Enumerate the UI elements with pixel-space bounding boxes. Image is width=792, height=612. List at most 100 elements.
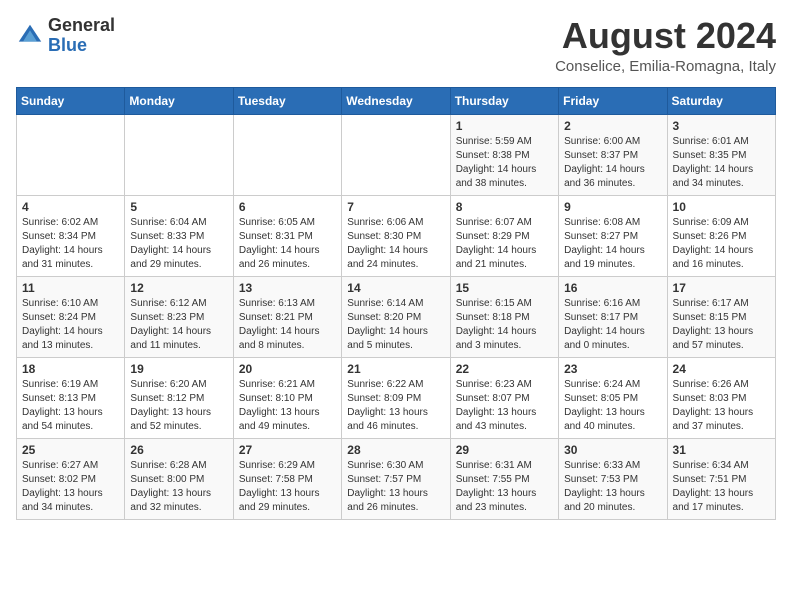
calendar-cell	[17, 114, 125, 195]
day-number: 11	[22, 281, 119, 295]
header-row: Sunday Monday Tuesday Wednesday Thursday…	[17, 87, 776, 114]
calendar-cell: 2 Sunrise: 6:00 AM Sunset: 8:37 PM Daylig…	[559, 114, 667, 195]
day-number: 5	[130, 200, 227, 214]
day-number: 19	[130, 362, 227, 376]
day-number: 31	[673, 443, 770, 457]
month-year: August 2024	[555, 16, 776, 56]
calendar-cell: 17 Sunrise: 6:17 AM Sunset: 8:15 PM Dayli…	[667, 276, 775, 357]
day-number: 15	[456, 281, 553, 295]
calendar-cell: 13 Sunrise: 6:13 AM Sunset: 8:21 PM Dayli…	[233, 276, 341, 357]
logo-icon	[16, 22, 44, 50]
header-monday: Monday	[125, 87, 233, 114]
location: Conselice, Emilia-Romagna, Italy	[555, 58, 776, 75]
cell-content: Sunrise: 6:02 AM Sunset: 8:34 PM Dayligh…	[22, 216, 119, 272]
cell-content: Sunrise: 6:04 AM Sunset: 8:33 PM Dayligh…	[130, 216, 227, 272]
cell-content: Sunrise: 6:20 AM Sunset: 8:12 PM Dayligh…	[130, 378, 227, 434]
cell-content: Sunrise: 6:12 AM Sunset: 8:23 PM Dayligh…	[130, 297, 227, 353]
calendar-table: Sunday Monday Tuesday Wednesday Thursday…	[16, 87, 776, 520]
day-number: 18	[22, 362, 119, 376]
calendar-cell: 30 Sunrise: 6:33 AM Sunset: 7:53 PM Dayli…	[559, 438, 667, 519]
calendar-cell: 29 Sunrise: 6:31 AM Sunset: 7:55 PM Dayli…	[450, 438, 558, 519]
day-number: 23	[564, 362, 661, 376]
calendar-cell: 11Sunrise: 6:10 AM Sunset: 8:24 PM Dayli…	[17, 276, 125, 357]
calendar-week-4: 18 Sunrise: 6:19 AM Sunset: 8:13 PM Dayli…	[17, 357, 776, 438]
calendar-cell	[125, 114, 233, 195]
day-number: 6	[239, 200, 336, 214]
calendar-cell: 14Sunrise: 6:14 AM Sunset: 8:20 PM Dayli…	[342, 276, 450, 357]
calendar-week-2: 4 Sunrise: 6:02 AM Sunset: 8:34 PM Daylig…	[17, 195, 776, 276]
header-thursday: Thursday	[450, 87, 558, 114]
day-number: 1	[456, 119, 553, 133]
day-number: 17	[673, 281, 770, 295]
cell-content: Sunrise: 6:06 AM Sunset: 8:30 PM Dayligh…	[347, 216, 444, 272]
calendar-week-5: 25Sunrise: 6:27 AM Sunset: 8:02 PM Dayli…	[17, 438, 776, 519]
calendar-cell: 1 Sunrise: 5:59 AM Sunset: 8:38 PM Daylig…	[450, 114, 558, 195]
calendar-cell: 26Sunrise: 6:28 AM Sunset: 8:00 PM Dayli…	[125, 438, 233, 519]
calendar-cell: 27 Sunrise: 6:29 AM Sunset: 7:58 PM Dayli…	[233, 438, 341, 519]
cell-content: Sunrise: 6:29 AM Sunset: 7:58 PM Dayligh…	[239, 459, 336, 515]
day-number: 16	[564, 281, 661, 295]
calendar-cell: 5 Sunrise: 6:04 AM Sunset: 8:33 PM Daylig…	[125, 195, 233, 276]
calendar-cell: 25Sunrise: 6:27 AM Sunset: 8:02 PM Dayli…	[17, 438, 125, 519]
cell-content: Sunrise: 6:24 AM Sunset: 8:05 PM Dayligh…	[564, 378, 661, 434]
calendar-cell	[342, 114, 450, 195]
day-number: 4	[22, 200, 119, 214]
day-number: 29	[456, 443, 553, 457]
calendar-cell: 19 Sunrise: 6:20 AM Sunset: 8:12 PM Dayli…	[125, 357, 233, 438]
header-tuesday: Tuesday	[233, 87, 341, 114]
calendar-cell: 3Sunrise: 6:01 AM Sunset: 8:35 PM Daylig…	[667, 114, 775, 195]
cell-content: Sunrise: 6:16 AM Sunset: 8:17 PM Dayligh…	[564, 297, 661, 353]
cell-content: Sunrise: 6:14 AM Sunset: 8:20 PM Dayligh…	[347, 297, 444, 353]
logo-general-text: General	[48, 15, 115, 35]
cell-content: Sunrise: 6:27 AM Sunset: 8:02 PM Dayligh…	[22, 459, 119, 515]
header-saturday: Saturday	[667, 87, 775, 114]
day-number: 9	[564, 200, 661, 214]
day-number: 21	[347, 362, 444, 376]
calendar-cell: 31Sunrise: 6:34 AM Sunset: 7:51 PM Dayli…	[667, 438, 775, 519]
calendar-cell: 16 Sunrise: 6:16 AM Sunset: 8:17 PM Dayli…	[559, 276, 667, 357]
calendar-cell: 4 Sunrise: 6:02 AM Sunset: 8:34 PM Daylig…	[17, 195, 125, 276]
cell-content: Sunrise: 6:09 AM Sunset: 8:26 PM Dayligh…	[673, 216, 770, 272]
day-number: 13	[239, 281, 336, 295]
cell-content: Sunrise: 6:31 AM Sunset: 7:55 PM Dayligh…	[456, 459, 553, 515]
header-sunday: Sunday	[17, 87, 125, 114]
day-number: 3	[673, 119, 770, 133]
cell-content: Sunrise: 6:33 AM Sunset: 7:53 PM Dayligh…	[564, 459, 661, 515]
calendar-cell: 23 Sunrise: 6:24 AM Sunset: 8:05 PM Dayli…	[559, 357, 667, 438]
day-number: 20	[239, 362, 336, 376]
cell-content: Sunrise: 6:26 AM Sunset: 8:03 PM Dayligh…	[673, 378, 770, 434]
day-number: 8	[456, 200, 553, 214]
cell-content: Sunrise: 6:19 AM Sunset: 8:13 PM Dayligh…	[22, 378, 119, 434]
cell-content: Sunrise: 6:21 AM Sunset: 8:10 PM Dayligh…	[239, 378, 336, 434]
cell-content: Sunrise: 6:00 AM Sunset: 8:37 PM Dayligh…	[564, 135, 661, 191]
calendar-cell: 15 Sunrise: 6:15 AM Sunset: 8:18 PM Dayli…	[450, 276, 558, 357]
header-friday: Friday	[559, 87, 667, 114]
cell-content: Sunrise: 6:15 AM Sunset: 8:18 PM Dayligh…	[456, 297, 553, 353]
cell-content: Sunrise: 6:28 AM Sunset: 8:00 PM Dayligh…	[130, 459, 227, 515]
cell-content: Sunrise: 6:05 AM Sunset: 8:31 PM Dayligh…	[239, 216, 336, 272]
day-number: 27	[239, 443, 336, 457]
day-number: 10	[673, 200, 770, 214]
logo-blue-text: Blue	[48, 35, 87, 55]
calendar-cell	[233, 114, 341, 195]
header-wednesday: Wednesday	[342, 87, 450, 114]
day-number: 30	[564, 443, 661, 457]
cell-content: Sunrise: 6:13 AM Sunset: 8:21 PM Dayligh…	[239, 297, 336, 353]
cell-content: Sunrise: 6:23 AM Sunset: 8:07 PM Dayligh…	[456, 378, 553, 434]
day-number: 12	[130, 281, 227, 295]
cell-content: Sunrise: 6:07 AM Sunset: 8:29 PM Dayligh…	[456, 216, 553, 272]
calendar-header: Sunday Monday Tuesday Wednesday Thursday…	[17, 87, 776, 114]
day-number: 28	[347, 443, 444, 457]
day-number: 22	[456, 362, 553, 376]
day-number: 2	[564, 119, 661, 133]
cell-content: Sunrise: 6:22 AM Sunset: 8:09 PM Dayligh…	[347, 378, 444, 434]
calendar-cell: 6 Sunrise: 6:05 AM Sunset: 8:31 PM Daylig…	[233, 195, 341, 276]
cell-content: Sunrise: 6:08 AM Sunset: 8:27 PM Dayligh…	[564, 216, 661, 272]
calendar-cell: 10 Sunrise: 6:09 AM Sunset: 8:26 PM Dayli…	[667, 195, 775, 276]
calendar-cell: 9 Sunrise: 6:08 AM Sunset: 8:27 PM Daylig…	[559, 195, 667, 276]
cell-content: Sunrise: 5:59 AM Sunset: 8:38 PM Dayligh…	[456, 135, 553, 191]
calendar-cell: 24Sunrise: 6:26 AM Sunset: 8:03 PM Dayli…	[667, 357, 775, 438]
cell-content: Sunrise: 6:17 AM Sunset: 8:15 PM Dayligh…	[673, 297, 770, 353]
cell-content: Sunrise: 6:30 AM Sunset: 7:57 PM Dayligh…	[347, 459, 444, 515]
calendar-cell: 21 Sunrise: 6:22 AM Sunset: 8:09 PM Dayli…	[342, 357, 450, 438]
